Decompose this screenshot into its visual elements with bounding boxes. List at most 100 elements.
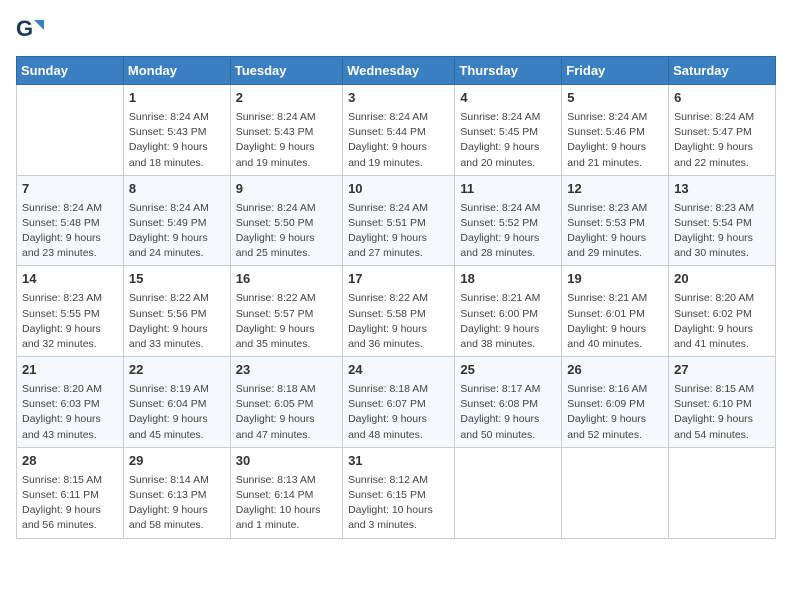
- day-content: Sunrise: 8:24 AM Sunset: 5:44 PM Dayligh…: [348, 110, 449, 171]
- logo: G: [16, 16, 46, 44]
- calendar-cell: 15 Sunrise: 8:22 AM Sunset: 5:56 PM Dayli…: [123, 266, 230, 357]
- calendar-cell: 29 Sunrise: 8:14 AM Sunset: 6:13 PM Dayli…: [123, 447, 230, 538]
- day-number: 8: [129, 180, 225, 199]
- day-content: Sunrise: 8:22 AM Sunset: 5:58 PM Dayligh…: [348, 291, 449, 352]
- calendar-week-row: 21Sunrise: 8:20 AM Sunset: 6:03 PM Dayli…: [17, 357, 776, 448]
- calendar-cell: 18 Sunrise: 8:21 AM Sunset: 6:00 PM Dayli…: [455, 266, 562, 357]
- day-content: Sunrise: 8:20 AM Sunset: 6:02 PM Dayligh…: [674, 291, 770, 352]
- day-content: Sunrise: 8:24 AM Sunset: 5:49 PM Dayligh…: [129, 201, 225, 262]
- day-content: Sunrise: 8:16 AM Sunset: 6:09 PM Dayligh…: [567, 382, 663, 443]
- day-content: Sunrise: 8:22 AM Sunset: 5:57 PM Dayligh…: [236, 291, 337, 352]
- day-number: 9: [236, 180, 337, 199]
- day-number: 26: [567, 361, 663, 380]
- calendar-cell: 11 Sunrise: 8:24 AM Sunset: 5:52 PM Dayli…: [455, 175, 562, 266]
- day-content: Sunrise: 8:18 AM Sunset: 6:07 PM Dayligh…: [348, 382, 449, 443]
- calendar-week-row: 7 Sunrise: 8:24 AM Sunset: 5:48 PM Daylig…: [17, 175, 776, 266]
- calendar-cell: [562, 447, 669, 538]
- day-number: 15: [129, 270, 225, 289]
- calendar-cell: 16 Sunrise: 8:22 AM Sunset: 5:57 PM Dayli…: [230, 266, 342, 357]
- calendar-cell: 17Sunrise: 8:22 AM Sunset: 5:58 PM Dayli…: [343, 266, 455, 357]
- page-header: G: [16, 16, 776, 44]
- day-number: 14: [22, 270, 118, 289]
- calendar-cell: [17, 85, 124, 176]
- calendar-cell: 7 Sunrise: 8:24 AM Sunset: 5:48 PM Daylig…: [17, 175, 124, 266]
- day-number: 1: [129, 89, 225, 108]
- day-content: Sunrise: 8:12 AM Sunset: 6:15 PM Dayligh…: [348, 473, 449, 534]
- day-number: 3: [348, 89, 449, 108]
- day-number: 12: [567, 180, 663, 199]
- calendar-week-row: 14 Sunrise: 8:23 AM Sunset: 5:55 PM Dayli…: [17, 266, 776, 357]
- calendar-cell: 23 Sunrise: 8:18 AM Sunset: 6:05 PM Dayli…: [230, 357, 342, 448]
- day-number: 23: [236, 361, 337, 380]
- calendar-cell: [455, 447, 562, 538]
- day-content: Sunrise: 8:24 AM Sunset: 5:50 PM Dayligh…: [236, 201, 337, 262]
- weekday-header: Saturday: [669, 57, 776, 85]
- day-content: Sunrise: 8:24 AM Sunset: 5:43 PM Dayligh…: [129, 110, 225, 171]
- day-content: Sunrise: 8:23 AM Sunset: 5:54 PM Dayligh…: [674, 201, 770, 262]
- calendar-cell: 25 Sunrise: 8:17 AM Sunset: 6:08 PM Dayli…: [455, 357, 562, 448]
- day-number: 30: [236, 452, 337, 471]
- calendar-cell: 4 Sunrise: 8:24 AM Sunset: 5:45 PM Daylig…: [455, 85, 562, 176]
- logo-icon: G: [16, 16, 44, 44]
- day-content: Sunrise: 8:15 AM Sunset: 6:10 PM Dayligh…: [674, 382, 770, 443]
- day-content: Sunrise: 8:19 AM Sunset: 6:04 PM Dayligh…: [129, 382, 225, 443]
- day-content: Sunrise: 8:20 AM Sunset: 6:03 PM Dayligh…: [22, 382, 118, 443]
- day-number: 18: [460, 270, 556, 289]
- day-number: 11: [460, 180, 556, 199]
- calendar-table: SundayMondayTuesdayWednesdayThursdayFrid…: [16, 56, 776, 539]
- calendar-cell: 19Sunrise: 8:21 AM Sunset: 6:01 PM Dayli…: [562, 266, 669, 357]
- day-number: 7: [22, 180, 118, 199]
- calendar-cell: 24 Sunrise: 8:18 AM Sunset: 6:07 PM Dayli…: [343, 357, 455, 448]
- calendar-cell: 10 Sunrise: 8:24 AM Sunset: 5:51 PM Dayli…: [343, 175, 455, 266]
- day-content: Sunrise: 8:24 AM Sunset: 5:52 PM Dayligh…: [460, 201, 556, 262]
- day-content: Sunrise: 8:24 AM Sunset: 5:45 PM Dayligh…: [460, 110, 556, 171]
- day-number: 31: [348, 452, 449, 471]
- day-content: Sunrise: 8:18 AM Sunset: 6:05 PM Dayligh…: [236, 382, 337, 443]
- day-content: Sunrise: 8:21 AM Sunset: 6:01 PM Dayligh…: [567, 291, 663, 352]
- calendar-cell: 21Sunrise: 8:20 AM Sunset: 6:03 PM Dayli…: [17, 357, 124, 448]
- calendar-cell: 30 Sunrise: 8:13 AM Sunset: 6:14 PM Dayli…: [230, 447, 342, 538]
- day-content: Sunrise: 8:13 AM Sunset: 6:14 PM Dayligh…: [236, 473, 337, 534]
- day-content: Sunrise: 8:23 AM Sunset: 5:53 PM Dayligh…: [567, 201, 663, 262]
- day-content: Sunrise: 8:24 AM Sunset: 5:47 PM Dayligh…: [674, 110, 770, 171]
- calendar-cell: [669, 447, 776, 538]
- day-content: Sunrise: 8:24 AM Sunset: 5:43 PM Dayligh…: [236, 110, 337, 171]
- calendar-cell: 3 Sunrise: 8:24 AM Sunset: 5:44 PM Daylig…: [343, 85, 455, 176]
- day-number: 10: [348, 180, 449, 199]
- day-content: Sunrise: 8:23 AM Sunset: 5:55 PM Dayligh…: [22, 291, 118, 352]
- day-number: 16: [236, 270, 337, 289]
- day-content: Sunrise: 8:17 AM Sunset: 6:08 PM Dayligh…: [460, 382, 556, 443]
- day-content: Sunrise: 8:24 AM Sunset: 5:48 PM Dayligh…: [22, 201, 118, 262]
- day-content: Sunrise: 8:14 AM Sunset: 6:13 PM Dayligh…: [129, 473, 225, 534]
- day-number: 25: [460, 361, 556, 380]
- day-number: 2: [236, 89, 337, 108]
- day-number: 29: [129, 452, 225, 471]
- calendar-cell: 6 Sunrise: 8:24 AM Sunset: 5:47 PM Daylig…: [669, 85, 776, 176]
- calendar-header: SundayMondayTuesdayWednesdayThursdayFrid…: [17, 57, 776, 85]
- calendar-cell: 28Sunrise: 8:15 AM Sunset: 6:11 PM Dayli…: [17, 447, 124, 538]
- calendar-week-row: 28Sunrise: 8:15 AM Sunset: 6:11 PM Dayli…: [17, 447, 776, 538]
- day-number: 4: [460, 89, 556, 108]
- day-content: Sunrise: 8:15 AM Sunset: 6:11 PM Dayligh…: [22, 473, 118, 534]
- calendar-cell: 12 Sunrise: 8:23 AM Sunset: 5:53 PM Dayli…: [562, 175, 669, 266]
- weekday-header: Tuesday: [230, 57, 342, 85]
- day-number: 24: [348, 361, 449, 380]
- day-content: Sunrise: 8:21 AM Sunset: 6:00 PM Dayligh…: [460, 291, 556, 352]
- calendar-cell: 31 Sunrise: 8:12 AM Sunset: 6:15 PM Dayli…: [343, 447, 455, 538]
- calendar-cell: 22Sunrise: 8:19 AM Sunset: 6:04 PM Dayli…: [123, 357, 230, 448]
- calendar-cell: 9 Sunrise: 8:24 AM Sunset: 5:50 PM Daylig…: [230, 175, 342, 266]
- weekday-header: Wednesday: [343, 57, 455, 85]
- day-number: 27: [674, 361, 770, 380]
- calendar-cell: 20 Sunrise: 8:20 AM Sunset: 6:02 PM Dayli…: [669, 266, 776, 357]
- day-content: Sunrise: 8:22 AM Sunset: 5:56 PM Dayligh…: [129, 291, 225, 352]
- weekday-header: Friday: [562, 57, 669, 85]
- day-number: 20: [674, 270, 770, 289]
- day-content: Sunrise: 8:24 AM Sunset: 5:46 PM Dayligh…: [567, 110, 663, 171]
- day-number: 13: [674, 180, 770, 199]
- day-number: 6: [674, 89, 770, 108]
- weekday-header: Monday: [123, 57, 230, 85]
- day-content: Sunrise: 8:24 AM Sunset: 5:51 PM Dayligh…: [348, 201, 449, 262]
- svg-text:G: G: [16, 16, 33, 41]
- calendar-cell: 13 Sunrise: 8:23 AM Sunset: 5:54 PM Dayli…: [669, 175, 776, 266]
- calendar-cell: 1 Sunrise: 8:24 AM Sunset: 5:43 PM Daylig…: [123, 85, 230, 176]
